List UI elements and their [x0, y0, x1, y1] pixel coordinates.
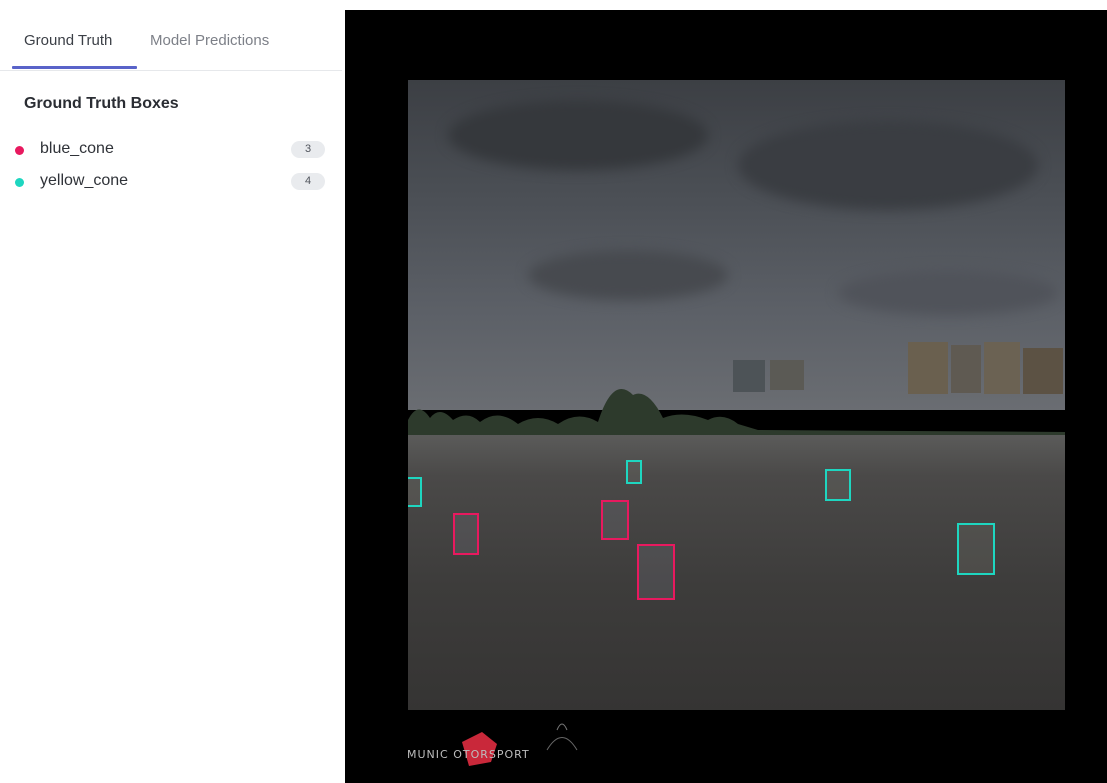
class-row-yellow-cone[interactable]: yellow_cone 4 [15, 170, 325, 194]
class-count-badge: 3 [291, 141, 325, 158]
tab-bar: Ground Truth Model Predictions [0, 0, 342, 71]
watermark-logo: MUNIC OTORSPORT [407, 720, 667, 780]
active-tab-indicator [12, 66, 137, 69]
annotation-sidebar: Ground Truth Model Predictions Ground Tr… [0, 0, 342, 783]
tab-model-predictions[interactable]: Model Predictions [150, 32, 269, 49]
class-row-blue-cone[interactable]: blue_cone 3 [15, 138, 325, 162]
class-label: yellow_cone [40, 172, 129, 189]
annotated-image [408, 80, 1065, 710]
container-shed [733, 360, 765, 392]
pallet-stack [908, 342, 948, 394]
blue-cone-bbox[interactable] [453, 513, 479, 555]
yellow-cone-bbox[interactable] [626, 460, 642, 484]
yellow-cone-bbox[interactable] [408, 477, 422, 507]
image-viewer[interactable]: MUNIC OTORSPORT [345, 10, 1107, 783]
blue-cone-color-dot [15, 146, 24, 155]
blue-cone-bbox[interactable] [601, 500, 629, 540]
class-count-badge: 4 [291, 173, 325, 190]
yellow-cone-bbox[interactable] [825, 469, 851, 501]
container-shed [770, 360, 804, 390]
pallet-stack [984, 342, 1020, 394]
yellow-cone-bbox[interactable] [957, 523, 995, 575]
yellow-cone-color-dot [15, 178, 24, 187]
watermark-text: MUNIC OTORSPORT [407, 748, 530, 761]
tab-ground-truth[interactable]: Ground Truth [24, 32, 112, 49]
blue-cone-bbox[interactable] [637, 544, 675, 600]
pallet-stack [951, 345, 981, 393]
class-label: blue_cone [40, 140, 114, 157]
section-title: Ground Truth Boxes [24, 95, 179, 112]
pallet-stack [1023, 348, 1063, 394]
